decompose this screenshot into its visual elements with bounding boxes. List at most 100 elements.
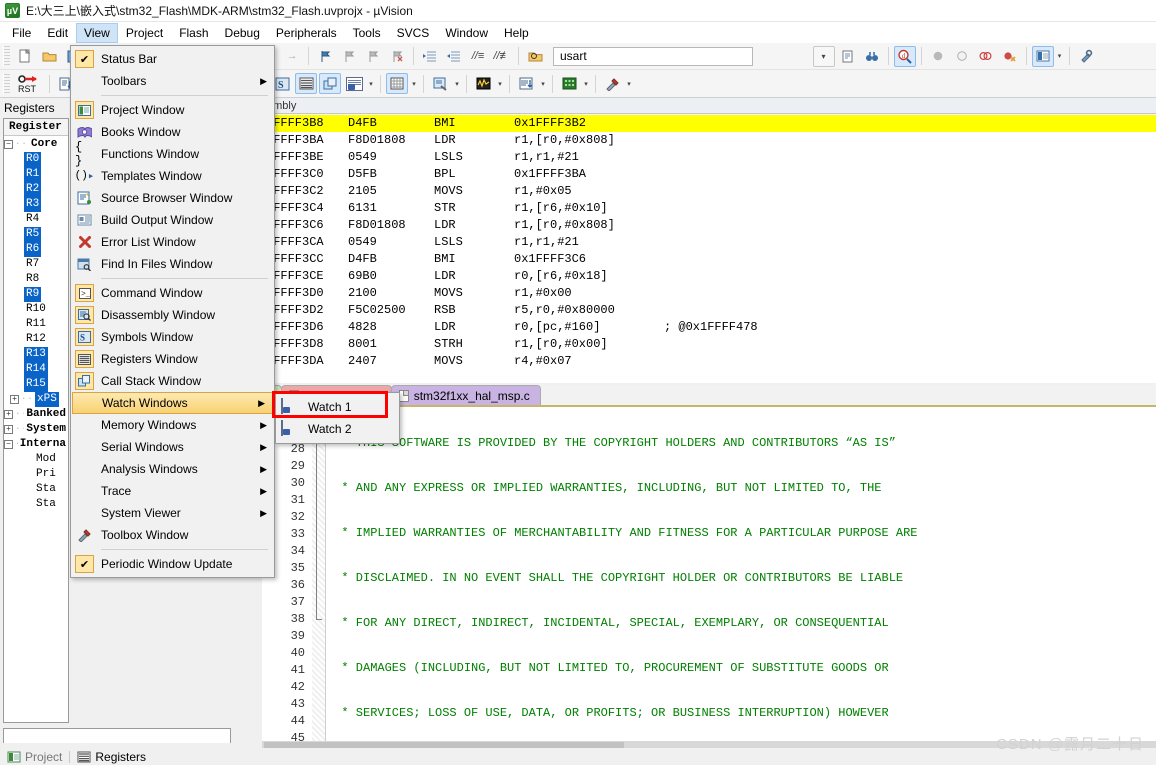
system-viewer-dropdown-icon[interactable]: ▾: [581, 73, 591, 94]
expand-toggle-icon[interactable]: +: [10, 395, 19, 404]
tree-node-r12[interactable]: R12: [4, 332, 68, 347]
watch-window-icon[interactable]: [343, 73, 365, 94]
menu-tools[interactable]: Tools: [345, 23, 389, 43]
system-viewer-icon[interactable]: [558, 73, 580, 94]
breakpoint-kill-all-icon[interactable]: [999, 46, 1021, 67]
registers-panel[interactable]: Register − ··· Core R0 R1 R2 R3 R4 R5 R6…: [3, 118, 69, 723]
toolbox-dropdown-icon[interactable]: ▾: [624, 73, 634, 94]
uncomment-icon[interactable]: //≢: [491, 46, 513, 67]
disassembly-row[interactable]: 1FFFF3C6 F8D01808 LDR r1,[r0,#0x808]: [263, 217, 1156, 234]
tree-node-privilege[interactable]: Pri: [4, 467, 68, 482]
bookmark-icon[interactable]: [314, 46, 336, 67]
tree-node-banked[interactable]: + ··· Banked: [4, 407, 68, 422]
tree-node-r8[interactable]: R8: [4, 272, 68, 287]
tree-node-internal[interactable]: − ··· Interna: [4, 437, 68, 452]
tree-node-core[interactable]: − ··· Core: [4, 137, 68, 152]
tree-node-states[interactable]: Sta: [4, 482, 68, 497]
tree-node-sec[interactable]: Sta: [4, 497, 68, 512]
menu-item-analysis-windows[interactable]: Analysis Windows ▶: [71, 458, 274, 480]
disassembly-row[interactable]: 1FFFF3CA 0549 LSLS r1,r1,#21: [263, 234, 1156, 251]
find-icon[interactable]: d: [893, 45, 916, 67]
tree-node-r10[interactable]: R10: [4, 302, 68, 317]
menu-edit[interactable]: Edit: [39, 23, 76, 43]
submenu-item-watch-1[interactable]: Watch 1: [276, 396, 399, 418]
bookmark-next-icon[interactable]: [362, 46, 384, 67]
menu-file[interactable]: File: [4, 23, 39, 43]
tree-node-r9[interactable]: R9: [4, 287, 68, 302]
disassembly-row[interactable]: 1FFFF3C0 D5FB BPL 0x1FFFF3BA: [263, 166, 1156, 183]
tree-node-r2[interactable]: R2: [4, 182, 68, 197]
registers-tree[interactable]: − ··· Core R0 R1 R2 R3 R4 R5 R6 R7 R8 R9…: [4, 136, 68, 512]
open-folder-icon[interactable]: [38, 46, 60, 67]
toolbar-grip-2[interactable]: [3, 73, 10, 94]
menu-item-status-bar[interactable]: ✔ Status Bar: [71, 48, 274, 70]
tree-node-r7[interactable]: R7: [4, 257, 68, 272]
menu-svcs[interactable]: SVCS: [389, 23, 438, 43]
menu-item-project-window[interactable]: Project Window: [71, 99, 274, 121]
breakpoint-disable-all-icon[interactable]: [975, 46, 997, 67]
memory-window-dropdown-icon[interactable]: ▾: [409, 73, 419, 94]
indent-icon[interactable]: [419, 46, 441, 67]
menu-help[interactable]: Help: [496, 23, 537, 43]
menu-peripherals[interactable]: Peripherals: [268, 23, 345, 43]
tree-node-r15[interactable]: R15: [4, 377, 68, 392]
bookmark-clear-icon[interactable]: [386, 46, 408, 67]
menu-item-trace[interactable]: Trace ▶: [71, 480, 274, 502]
registers-window-icon[interactable]: [295, 73, 317, 94]
menu-item-system-viewer[interactable]: System Viewer ▶: [71, 502, 274, 524]
code-editor[interactable]: 26 27 28 29 30 31 32 33 34 35 36 37 38 3…: [262, 407, 1156, 748]
breakpoint-toggle-icon[interactable]: [951, 46, 973, 67]
expand-toggle-icon[interactable]: +: [4, 425, 13, 434]
menu-item-toolbox-window[interactable]: Toolbox Window: [71, 524, 274, 546]
watch-windows-submenu[interactable]: Watch 1 Watch 2: [275, 392, 400, 444]
menu-item-watch-windows[interactable]: Watch Windows ▶: [72, 392, 273, 414]
disassembly-row[interactable]: 1FFFF3C2 2105 MOVS r1,#0x05: [263, 183, 1156, 200]
bookmark-prev-icon[interactable]: [338, 46, 360, 67]
menu-item-serial-windows[interactable]: Serial Windows ▶: [71, 436, 274, 458]
tree-node-xpsr[interactable]: + ·· xPS: [4, 392, 68, 407]
tree-node-r4[interactable]: R4: [4, 212, 68, 227]
disassembly-lines[interactable]: 1FFFF3B8 D4FB BMI 0x1FFFF3B2 1FFFF3BA F8D018…: [263, 114, 1156, 370]
menu-item-books-window[interactable]: Books Window: [71, 121, 274, 143]
disassembly-row[interactable]: 1FFFF3D8 8001 STRH r1,[r0,#0x00]: [263, 336, 1156, 353]
tree-node-r6[interactable]: R6: [4, 242, 68, 257]
comment-icon[interactable]: //≡: [467, 46, 489, 67]
menu-item-memory-windows[interactable]: Memory Windows ▶: [71, 414, 274, 436]
tab-stm32f1xx-hal-msp-c[interactable]: stm32f1xx_hal_msp.c: [390, 385, 541, 405]
window-layout-dropdown-icon[interactable]: ▾: [1055, 46, 1065, 67]
binoculars-icon[interactable]: [861, 46, 883, 67]
editor-fold-margin[interactable]: [312, 407, 326, 748]
submenu-item-watch-2[interactable]: Watch 2: [276, 418, 399, 440]
window-layout-icon[interactable]: [1031, 45, 1054, 67]
dock-tab-registers[interactable]: Registers: [70, 750, 153, 764]
trace-dropdown-icon[interactable]: ▾: [538, 73, 548, 94]
chevron-down-icon[interactable]: ▾: [812, 45, 835, 67]
toolbar-grip[interactable]: [3, 46, 10, 66]
menu-item-functions-window[interactable]: { } Functions Window: [71, 140, 274, 168]
menu-item-registers-window[interactable]: Registers Window: [71, 348, 274, 370]
analysis-window-dropdown-icon[interactable]: ▾: [495, 73, 505, 94]
reset-cpu-icon[interactable]: RST: [14, 73, 44, 94]
menu-item-build-output-window[interactable]: Build Output Window: [71, 209, 274, 231]
tree-node-r3[interactable]: R3: [4, 197, 68, 212]
menu-project[interactable]: Project: [118, 23, 171, 43]
serial-window-icon[interactable]: [429, 73, 451, 94]
menu-window[interactable]: Window: [437, 23, 496, 43]
collapse-toggle-icon[interactable]: −: [4, 440, 13, 449]
menu-item-call-stack-window[interactable]: Call Stack Window: [71, 370, 274, 392]
tree-node-r13[interactable]: R13: [4, 347, 68, 362]
tree-node-r14[interactable]: R14: [4, 362, 68, 377]
menu-item-disassembly-window[interactable]: Disassembly Window: [71, 304, 274, 326]
find-in-project-icon[interactable]: [524, 46, 546, 67]
disassembly-row[interactable]: 1FFFF3D2 F5C02500 RSB r5,r0,#0x80000: [263, 302, 1156, 319]
disassembly-row[interactable]: 1FFFF3DA 2407 MOVS r4,#0x07: [263, 353, 1156, 370]
menu-item-templates-window[interactable]: () ▸ Templates Window: [71, 165, 274, 187]
configure-icon[interactable]: [1075, 46, 1097, 67]
trace-icon[interactable]: [515, 73, 537, 94]
tree-node-r1[interactable]: R1: [4, 167, 68, 182]
breakpoint-insert-icon[interactable]: [927, 46, 949, 67]
file-properties-icon[interactable]: [837, 46, 859, 67]
tree-node-r0[interactable]: R0: [4, 152, 68, 167]
disassembly-row[interactable]: 1FFFF3C4 6131 STR r1,[r6,#0x10]: [263, 200, 1156, 217]
editor-text[interactable]: * THIS SOFTWARE IS PROVIDED BY THE COPYR…: [327, 407, 1156, 748]
